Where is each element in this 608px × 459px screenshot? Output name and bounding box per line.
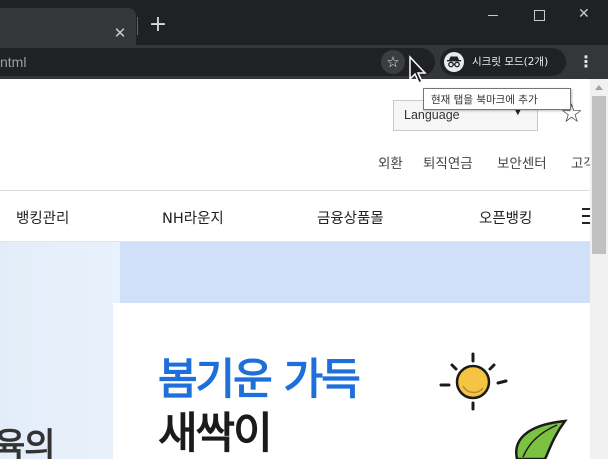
incognito-icon <box>444 52 464 72</box>
scrollbar[interactable] <box>590 79 608 459</box>
util-link-pension[interactable]: 퇴직연금 <box>423 152 473 172</box>
window-maximize-icon[interactable] <box>516 0 562 32</box>
web-page: Language ▼ ☆ 외환 퇴직연금 보안센터 고객 뱅킹관리 NH라운지 … <box>0 79 590 459</box>
nav-open-banking[interactable]: 오픈뱅킹 <box>479 207 532 228</box>
util-link-forex[interactable]: 외환 <box>378 152 403 172</box>
banner-subheadline: 새싹이 <box>158 409 273 459</box>
util-link-customer[interactable]: 고객 <box>571 152 590 172</box>
language-label: Language <box>404 108 460 122</box>
incognito-label: 시크릿 모드(2개) <box>472 56 549 68</box>
tab-strip: ✕ + ✕ <box>0 0 608 45</box>
tooltip-text: 현재 탭을 북마크에 추가 <box>431 94 538 106</box>
tab-close-icon[interactable]: ✕ <box>110 23 130 43</box>
menu-icon[interactable] <box>582 208 590 224</box>
banner-background <box>120 242 590 303</box>
active-tab[interactable]: ✕ <box>0 8 136 45</box>
bookmark-tooltip: 현재 탭을 북마크에 추가 <box>423 88 571 110</box>
banner-side-text: 육의 <box>0 426 56 459</box>
divider <box>0 190 590 191</box>
nav-banking-management[interactable]: 뱅킹관리 <box>16 207 69 228</box>
sun-illustration-icon <box>439 352 508 411</box>
window-close-glyph: ✕ <box>578 6 590 22</box>
mouse-cursor-icon <box>409 55 427 85</box>
tab-separator <box>137 17 138 35</box>
banner-headline: 봄기운 가득 <box>158 355 361 405</box>
leaf-illustration-icon <box>515 419 568 459</box>
scroll-thumb[interactable] <box>592 96 606 254</box>
nav-nh-lounge[interactable]: NH라운지 <box>162 207 224 228</box>
browser-toolbar: ntml ☆ 시크릿 모드(2개) ⋮ <box>0 45 608 79</box>
util-link-security[interactable]: 보안센터 <box>497 152 547 172</box>
window-close-icon[interactable]: ✕ <box>562 0 608 32</box>
url-text[interactable]: ntml <box>0 54 26 70</box>
incognito-badge[interactable]: 시크릿 모드(2개) <box>440 48 566 76</box>
address-bar[interactable]: ntml ☆ <box>0 48 435 76</box>
new-tab-plus-icon[interactable]: + <box>147 13 169 37</box>
nav-financial-products[interactable]: 금융상품몰 <box>317 207 384 228</box>
window-minimize-icon[interactable] <box>470 0 516 32</box>
more-vert-icon[interactable]: ⋮ <box>576 49 596 75</box>
scroll-up-arrow-icon[interactable] <box>595 85 603 90</box>
bookmark-star-icon[interactable]: ☆ <box>381 50 405 74</box>
